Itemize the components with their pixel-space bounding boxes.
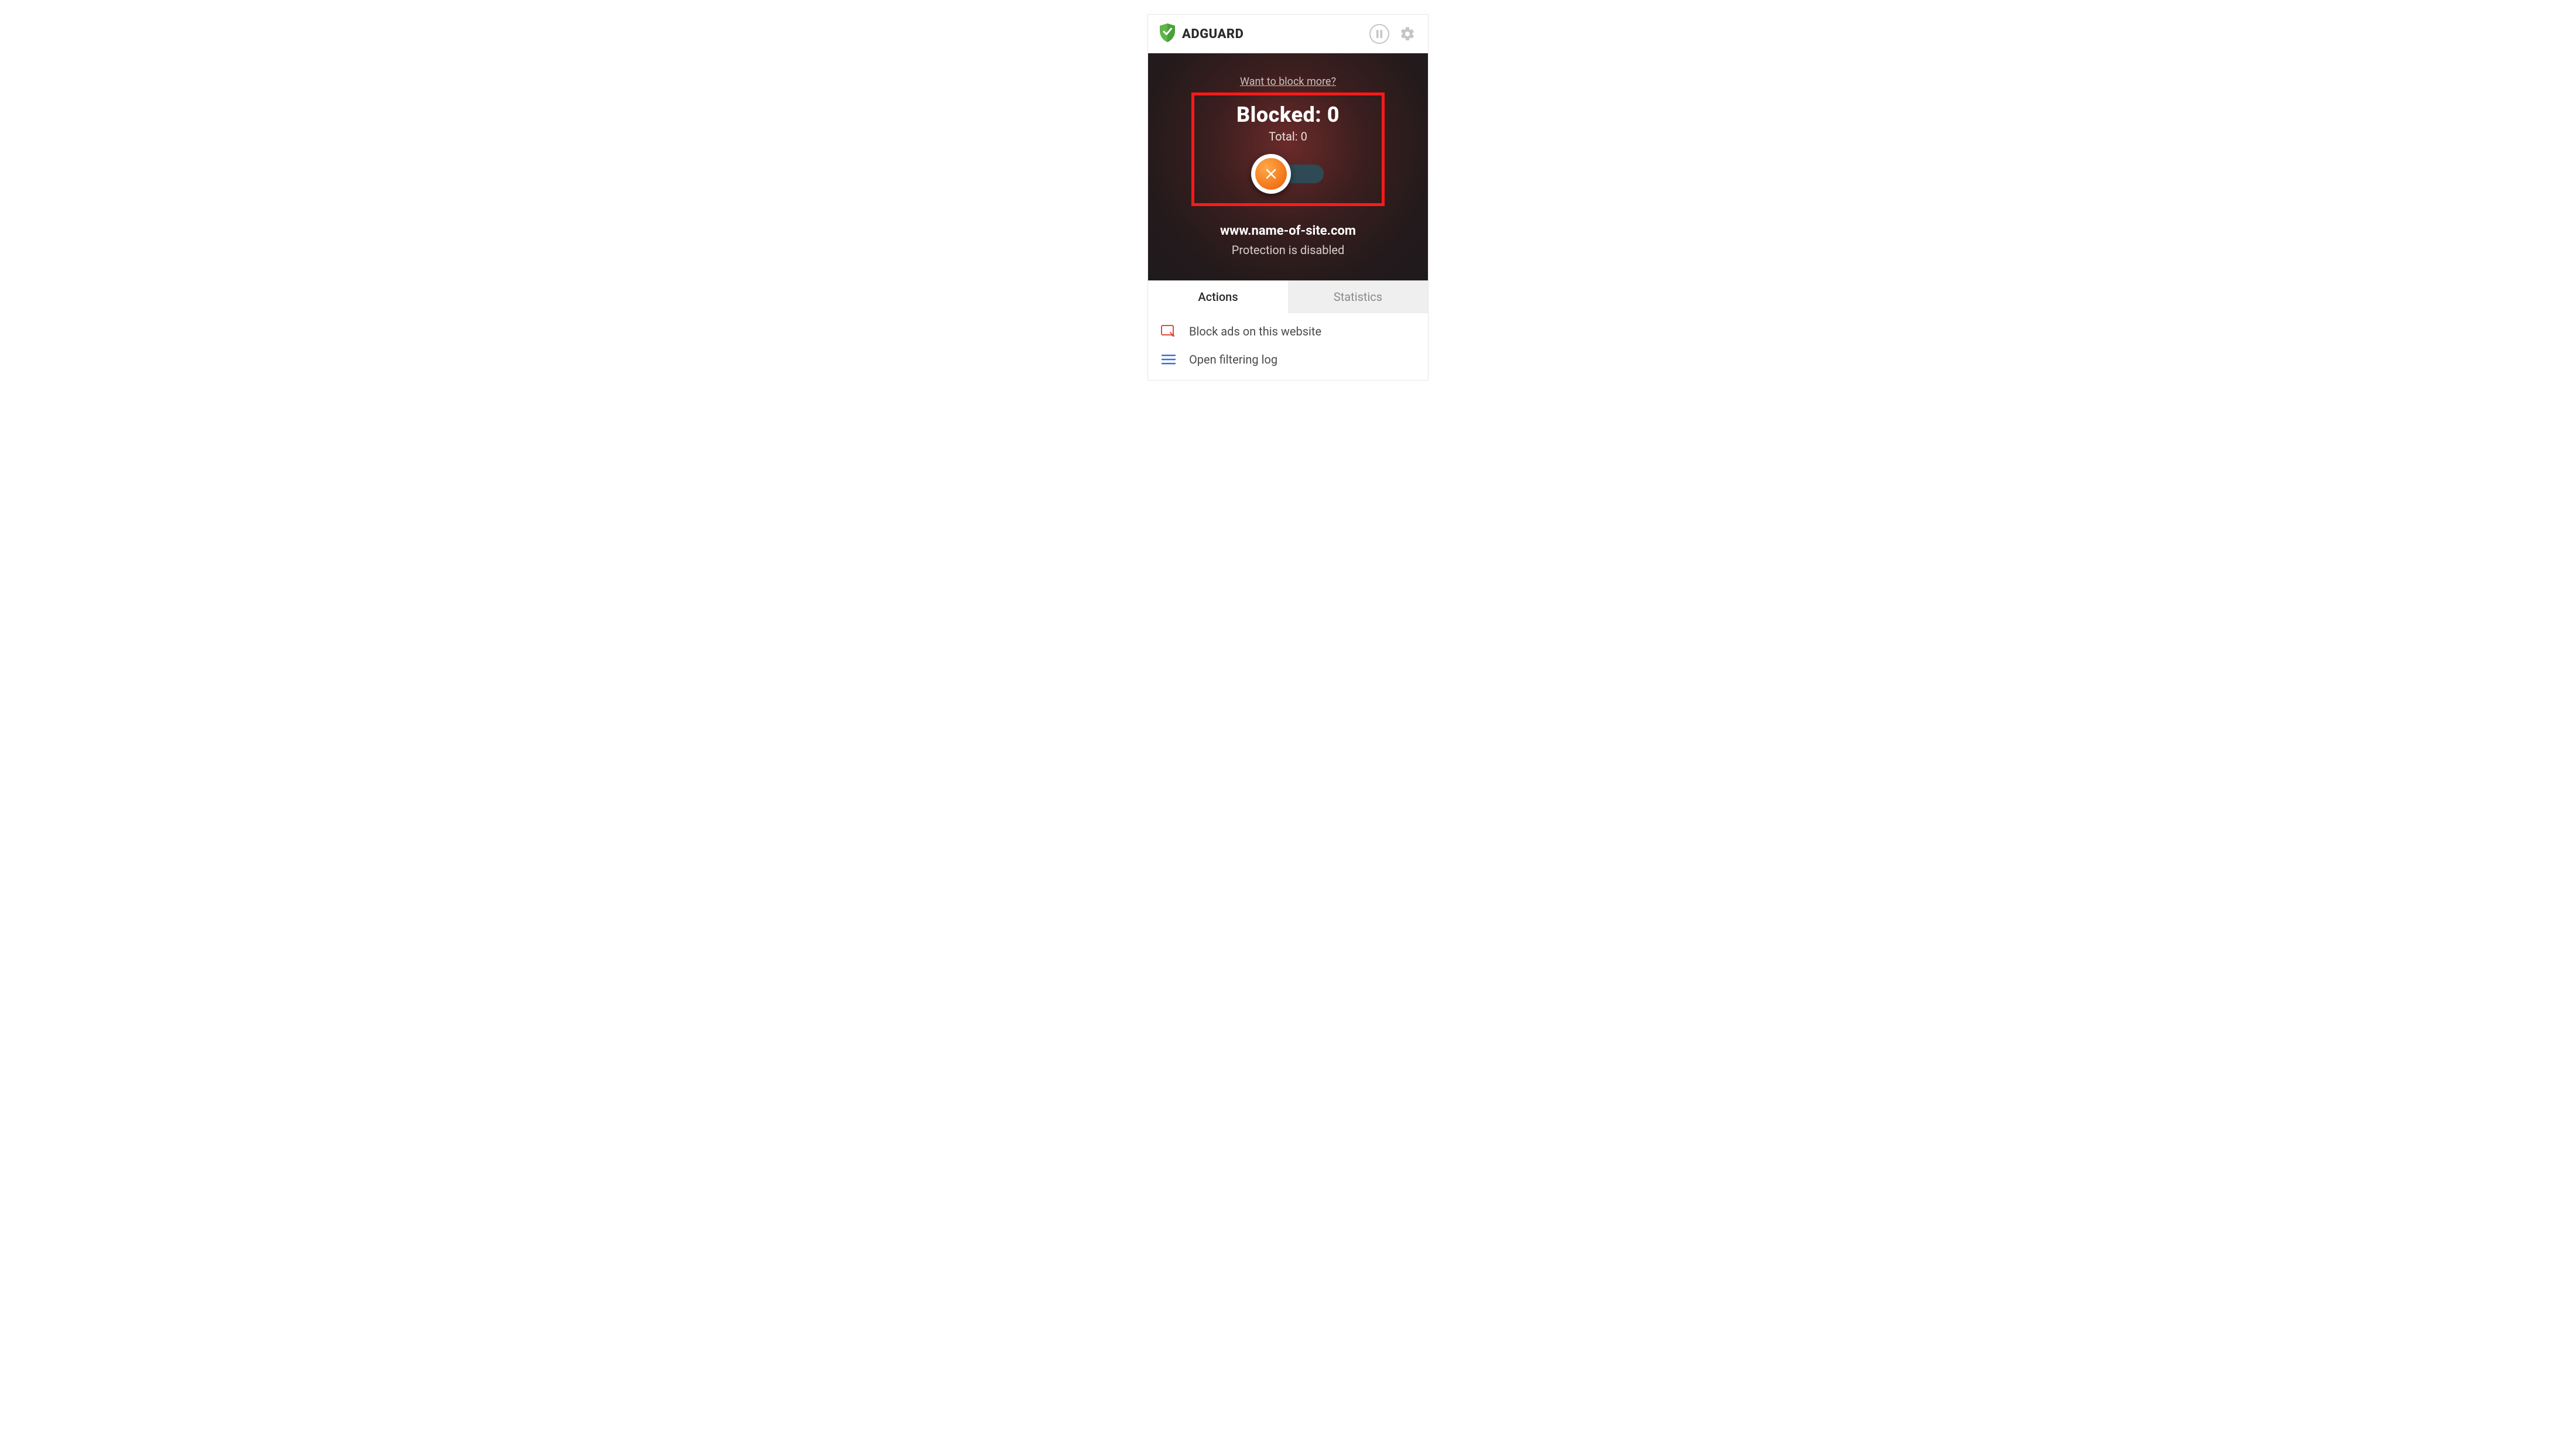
gear-icon	[1399, 26, 1416, 42]
tab-actions[interactable]: Actions	[1148, 280, 1288, 313]
toggle-knob	[1251, 154, 1291, 194]
action-open-log[interactable]: Open filtering log	[1161, 352, 1415, 367]
total-label: Total:	[1269, 129, 1298, 143]
actions-list: Block ads on this website Open filtering…	[1148, 313, 1428, 380]
block-ads-icon	[1161, 324, 1176, 339]
filtering-log-icon	[1161, 352, 1176, 367]
total-line: Total: 0	[1201, 129, 1375, 143]
shield-check-icon	[1159, 23, 1176, 45]
toggle-knob-inner	[1255, 158, 1287, 190]
brand: ADGUARD	[1159, 23, 1364, 45]
header-icons	[1369, 24, 1417, 44]
blocked-line: Blocked: 0	[1201, 102, 1375, 127]
settings-button[interactable]	[1397, 24, 1417, 44]
site-name: www.name-of-site.com	[1160, 224, 1416, 238]
pause-button[interactable]	[1369, 24, 1389, 44]
protection-status: Protection is disabled	[1160, 243, 1416, 257]
tab-statistics[interactable]: Statistics	[1288, 280, 1428, 313]
tabs: Actions Statistics	[1148, 280, 1428, 313]
blocked-label: Blocked:	[1236, 102, 1321, 127]
action-block-ads[interactable]: Block ads on this website	[1161, 324, 1415, 339]
header: ADGUARD	[1148, 15, 1428, 53]
adguard-popup: ADGUARD Want to block more? Blocked:	[1147, 14, 1429, 381]
total-count: 0	[1301, 129, 1307, 143]
protection-toggle[interactable]	[1251, 161, 1325, 187]
close-icon	[1264, 167, 1278, 181]
hero-panel: Want to block more? Blocked: 0 Total: 0	[1148, 53, 1428, 280]
pause-icon	[1376, 30, 1383, 38]
action-block-ads-label: Block ads on this website	[1189, 324, 1321, 338]
toggle-wrap	[1201, 161, 1375, 187]
blocked-count: 0	[1327, 102, 1340, 127]
want-more-link[interactable]: Want to block more?	[1240, 76, 1336, 88]
highlight-box: Blocked: 0 Total: 0	[1191, 93, 1385, 206]
action-open-log-label: Open filtering log	[1189, 352, 1277, 366]
brand-name: ADGUARD	[1182, 27, 1244, 42]
